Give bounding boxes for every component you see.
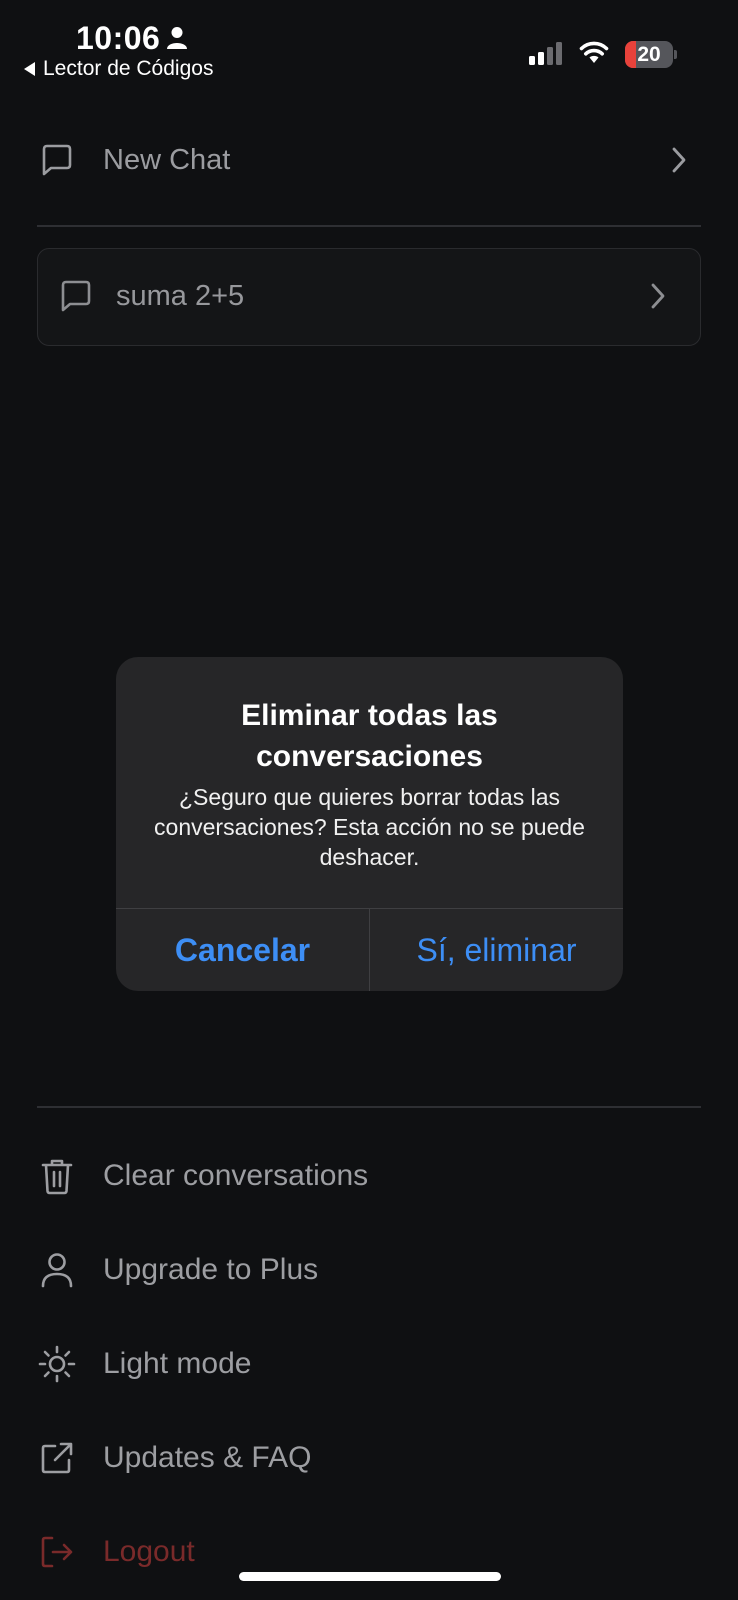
- app-screen: 10:06 Lector de Códigos 20 New Chat suma…: [0, 0, 738, 1600]
- top-divider: [37, 225, 701, 227]
- status-time: 10:06: [76, 20, 161, 56]
- menu-label: Updates & FAQ: [103, 1441, 312, 1474]
- delete-all-alert-dialog: Eliminar todas las conversaciones ¿Segur…: [116, 657, 623, 991]
- chat-bubble-icon: [37, 140, 77, 180]
- back-app-label: Lector de Códigos: [43, 57, 214, 80]
- light-mode-button[interactable]: Light mode: [37, 1336, 701, 1392]
- battery-indicator: 20: [625, 41, 673, 68]
- alert-message: ¿Seguro que quieres borrar todas las con…: [154, 784, 585, 870]
- person-icon: [167, 27, 187, 49]
- conversation-item[interactable]: suma 2+5: [37, 248, 701, 346]
- menu-label: Clear conversations: [103, 1159, 369, 1192]
- updates-faq-link[interactable]: Updates & FAQ: [37, 1430, 701, 1486]
- back-to-app-link[interactable]: Lector de Códigos: [24, 57, 213, 81]
- upgrade-to-plus-button[interactable]: Upgrade to Plus: [37, 1242, 701, 1298]
- cancel-button[interactable]: Cancelar: [116, 909, 369, 991]
- trash-icon: [37, 1156, 77, 1196]
- battery-level: 20: [637, 43, 661, 66]
- chevron-right-icon: [672, 147, 686, 173]
- back-triangle-icon: [24, 62, 35, 76]
- battery-cap: [674, 50, 677, 59]
- logout-icon: [37, 1532, 77, 1572]
- external-link-icon: [37, 1438, 77, 1478]
- clear-conversations-button[interactable]: Clear conversations: [37, 1148, 701, 1204]
- user-icon: [37, 1250, 77, 1290]
- bottom-divider: [37, 1106, 701, 1108]
- wifi-icon: [579, 41, 609, 63]
- new-chat-label: New Chat: [103, 143, 231, 176]
- chat-bubble-icon: [58, 278, 94, 319]
- conversation-title: suma 2+5: [116, 280, 245, 312]
- menu-label: Logout: [103, 1535, 195, 1568]
- cellular-signal-icon: [529, 42, 562, 65]
- new-chat-button[interactable]: New Chat: [37, 132, 701, 188]
- alert-title: Eliminar todas las conversaciones: [241, 699, 498, 773]
- menu-label: Upgrade to Plus: [103, 1253, 319, 1286]
- confirm-delete-button[interactable]: Sí, eliminar: [370, 909, 623, 991]
- home-indicator[interactable]: [239, 1572, 501, 1581]
- menu-label: Light mode: [103, 1347, 252, 1380]
- sun-icon: [37, 1344, 77, 1384]
- chevron-right-icon: [651, 283, 665, 309]
